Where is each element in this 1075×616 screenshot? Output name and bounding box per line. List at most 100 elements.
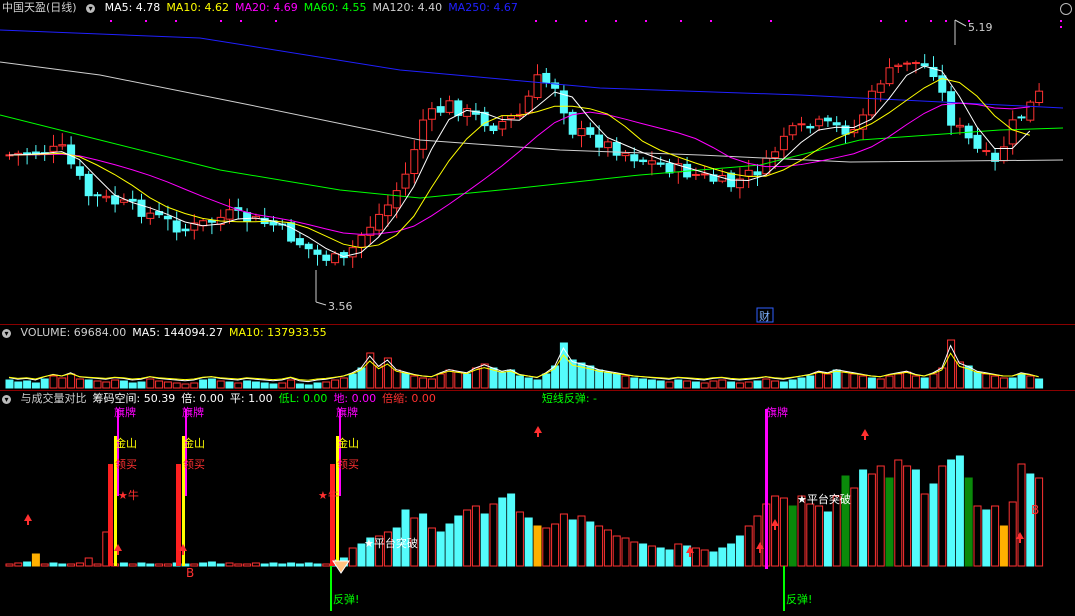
volume-bar — [498, 371, 507, 389]
indicator-bars — [5, 455, 1044, 567]
indicator-bar — [419, 513, 428, 567]
volume-bar — [119, 380, 128, 389]
signal-dot — [240, 20, 242, 22]
candle-body — [1026, 101, 1035, 121]
indicator-bar — [137, 562, 146, 567]
indicator-bar — [867, 473, 876, 567]
pingtai-label: ★平台突破 — [797, 492, 851, 506]
lingmai-label: 领买 — [337, 458, 359, 471]
indicator-bar — [841, 475, 850, 567]
candle-body — [111, 195, 120, 205]
volume-bar — [304, 384, 313, 389]
indicator-bar — [207, 561, 216, 567]
volume-bar — [674, 379, 683, 389]
volume-bar — [850, 373, 859, 389]
indicator-bar — [788, 505, 797, 567]
volume-bar — [181, 383, 190, 389]
niu-label: ★牛 — [318, 488, 339, 502]
indicator-bar — [999, 525, 1008, 567]
indicator-bar — [955, 455, 964, 567]
volume-bar — [295, 383, 304, 389]
toggle-icon[interactable]: ▾ — [2, 328, 11, 338]
candle-body — [243, 212, 252, 222]
indicator-chart[interactable]: 金山领买 旗牌金山领买 旗牌金山领买 旗牌 旗牌 ★牛 ★牛 ★平台突破 ★平台突破反弹! 反弹!… — [0, 391, 1075, 616]
volume-bar — [128, 382, 137, 389]
signal-a-magenta — [117, 409, 119, 496]
volume-bar — [815, 371, 824, 389]
volume-bar — [524, 377, 533, 389]
jinshan-label: 金山 — [115, 436, 137, 450]
signal-dot — [905, 20, 907, 22]
ma-value: MA5: 4.78 — [104, 1, 161, 14]
candle-body — [823, 117, 832, 122]
indicator-bar — [67, 563, 76, 567]
jinshan-label: 金山 — [183, 436, 205, 450]
volume-bar — [762, 378, 771, 389]
indicator-pane[interactable]: 金山 领买 旗牌 金山 领买 旗牌 金山 领买 旗牌 旗牌 ★牛 ★牛 ★平台突破 ★平台突破 反弹! 反弹!… — [0, 391, 1075, 616]
volume-bar — [84, 379, 93, 389]
period-label: (日线) — [46, 1, 77, 14]
volume-bar — [841, 371, 850, 389]
candle-body — [903, 62, 912, 65]
indicator-bar — [216, 563, 225, 567]
candlestick-chart[interactable]: 5.19 3.56 财 — [0, 0, 1075, 324]
indicator-bar — [454, 515, 463, 567]
candle-body — [419, 119, 428, 150]
up-arrow-icon — [117, 551, 119, 555]
toggle-icon[interactable]: ▾ — [2, 394, 11, 404]
indicator-bar — [1017, 463, 1026, 567]
niu-label: ★牛 — [118, 488, 139, 502]
volume-bar — [454, 371, 463, 389]
signal-dot — [110, 20, 112, 22]
indicator-bar — [903, 465, 912, 567]
signal-dot — [880, 20, 882, 22]
indicator-bar — [498, 497, 507, 567]
volume-bar — [75, 378, 84, 389]
volume-bar — [23, 380, 32, 389]
pingtai-label: ★平台突破 — [364, 536, 418, 550]
volume-bar — [542, 373, 551, 389]
volume-pane[interactable]: ▾ VOLUME: 69684.00 MA5: 144094.27 MA10: 13… — [0, 325, 1075, 390]
volume-bar — [568, 359, 577, 389]
candle-body — [524, 95, 533, 114]
candle-body — [410, 149, 419, 175]
signal-a-yellow — [114, 436, 117, 566]
volume-bar — [410, 375, 419, 389]
settings-circle-icon[interactable] — [1060, 3, 1072, 15]
indicator-bar — [155, 563, 164, 567]
volume-bar — [832, 369, 841, 389]
indicator-bar — [1026, 473, 1035, 567]
volume-bar — [137, 381, 146, 389]
volume-bar — [533, 379, 542, 389]
indicator-bar — [243, 563, 252, 567]
candle-body — [867, 90, 876, 116]
signal-c-magenta — [339, 409, 341, 496]
volume-bar — [735, 382, 744, 389]
indicator-bar — [295, 563, 304, 567]
candle-body — [797, 123, 806, 126]
candle-body — [357, 234, 366, 248]
signal-c-red — [330, 464, 335, 566]
candle-body — [225, 209, 234, 220]
volume-bar — [339, 377, 348, 389]
candle-body — [128, 198, 137, 202]
indicator-bar — [471, 505, 480, 567]
toggle-icon[interactable]: ▾ — [86, 3, 96, 13]
volume-bar — [823, 373, 832, 389]
volume-bar — [287, 379, 296, 389]
up-arrow-icon — [689, 553, 691, 557]
volume-bar — [903, 371, 912, 389]
volume-bar — [375, 365, 384, 389]
volume-bar — [797, 377, 806, 389]
indicator-bar — [595, 525, 604, 567]
price-pane[interactable]: 5.19 3.56 财 中国天盈(日线) ▾ MA5: 4.78 MA10: 4.62… — [0, 0, 1075, 324]
indicator-bar — [304, 562, 313, 567]
volume-bar — [973, 371, 982, 389]
volume-bar — [515, 375, 524, 389]
candle-body — [612, 142, 621, 156]
volume-bar — [31, 382, 40, 389]
top-label: 旗牌 — [336, 405, 358, 419]
indicator-bar — [911, 469, 920, 567]
candle-body — [665, 162, 674, 174]
candle-body — [586, 127, 595, 135]
